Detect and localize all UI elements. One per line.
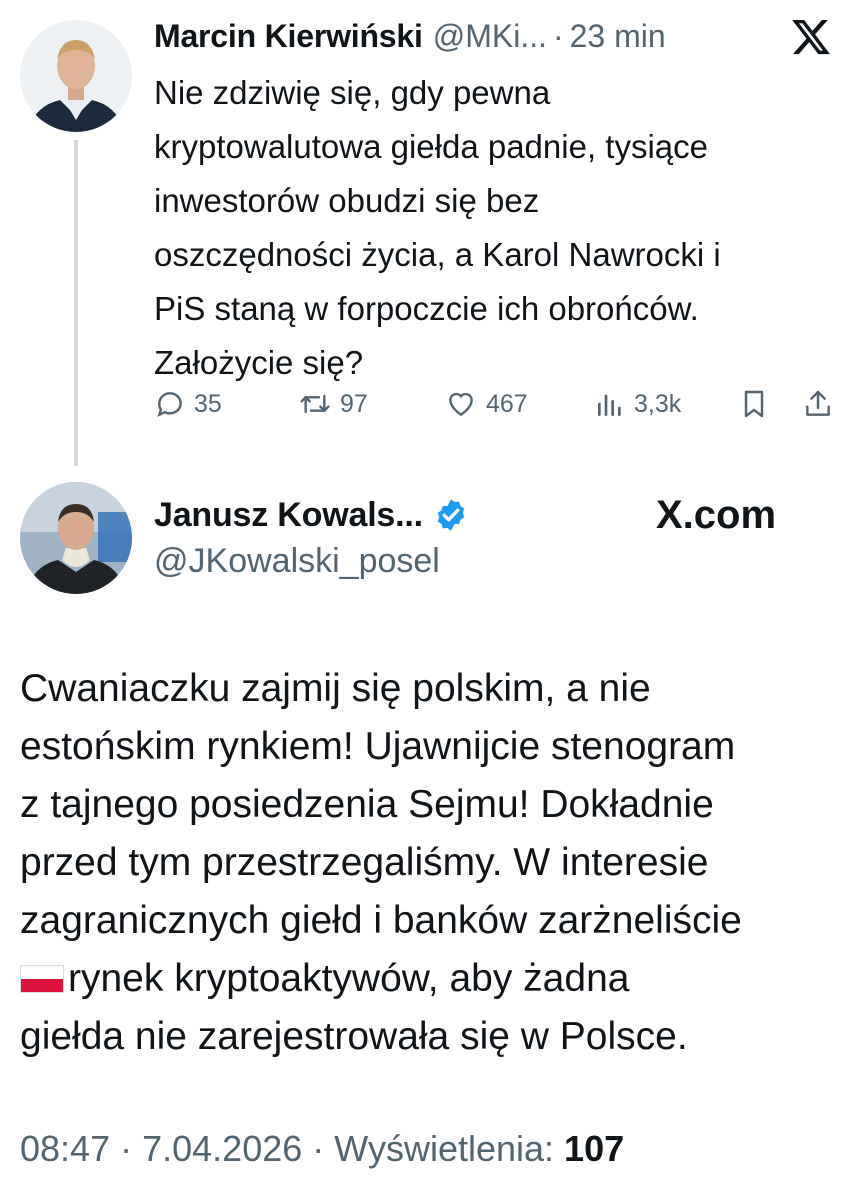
reply-button[interactable]: 35 [154, 380, 222, 428]
views-button[interactable]: 3,3k [594, 380, 681, 428]
tweet-time[interactable]: 08:47 [20, 1128, 110, 1169]
author-handle[interactable]: @JKowalski_posel [154, 542, 440, 581]
tweet2-text: Cwaniaczku zajmij się polskim, a nie est… [20, 660, 840, 1066]
tweet-text-line: giełda nie zarejestrowała się w Polsce. [20, 1015, 688, 1058]
author-name[interactable]: Marcin Kierwiński [154, 18, 423, 55]
bookmark-icon [738, 388, 770, 420]
avatar-janusz-kowalski[interactable] [20, 482, 132, 594]
like-count: 467 [486, 389, 528, 418]
tweet-text-line: oszczędności życia, a Karol Nawrocki i [154, 236, 721, 273]
views-label: Wyświetlenia: [334, 1128, 555, 1169]
tweet-text-line: PiS staną w forpoczcie ich obrońców. [154, 290, 699, 327]
repost-icon [298, 388, 332, 420]
tweet-text-line: estońskim rynkiem! Ujawnijcie stenogram [20, 725, 736, 768]
source-label: X.com [656, 492, 776, 538]
tweet-text-segment: rynek kryptoaktywów, aby żadna [68, 957, 630, 1000]
author-handle[interactable]: @MKi... [433, 18, 547, 55]
author-name[interactable]: Janusz Kowals... [154, 496, 423, 535]
separator-dot: · [120, 1128, 143, 1169]
views-count: 107 [564, 1128, 625, 1169]
tweet-text-line: Nie zdziwię się, gdy pewna [154, 74, 551, 111]
tweet-text-line: zagranicznych giełd i banków zarżneliści… [20, 899, 742, 942]
repost-count: 97 [340, 389, 368, 418]
thread-line [74, 140, 78, 466]
tweet1-action-bar: 35 97 467 3,3k [154, 380, 844, 428]
tweet2-footer: 08:47 · 7.04.2026 · Wyświetlenia: 107 [20, 1128, 624, 1170]
tweet1-header: Marcin Kierwiński @MKi... · 23 min [154, 14, 666, 58]
separator-dot: · [552, 17, 564, 54]
tweet-text-line: inwestorów obudzi się bez [154, 182, 540, 219]
tweet-time[interactable]: 23 min [570, 18, 666, 55]
share-icon [802, 388, 834, 420]
views-count: 3,3k [634, 389, 682, 418]
reply-count: 35 [194, 389, 222, 418]
separator-dot: · [312, 1128, 335, 1169]
like-icon [444, 388, 478, 420]
like-button[interactable]: 467 [444, 380, 528, 428]
verified-badge-icon [433, 497, 469, 533]
tweet-date[interactable]: 7.04.2026 [142, 1128, 302, 1169]
tweet-text-line: przed tym przestrzegaliśmy. W interesie [20, 841, 709, 884]
tweet-text-line: Cwaniaczku zajmij się polskim, a nie [20, 667, 651, 710]
bookmark-button[interactable] [738, 380, 770, 428]
tweet-text-line: z tajnego posiedzenia Sejmu! Dokładnie [20, 783, 714, 826]
source-label-text: X.com [656, 492, 777, 537]
avatar-marcin-kierwinski[interactable] [20, 20, 132, 132]
tweet-text-line: kryptowalutowa giełda padnie, tysiące [154, 128, 708, 165]
share-button[interactable] [802, 380, 834, 428]
reply-icon [154, 388, 186, 420]
poland-flag-icon [20, 965, 64, 993]
repost-button[interactable]: 97 [298, 380, 368, 428]
tweet-text-line-with-flag: rynek kryptoaktywów, aby żadna [20, 950, 840, 1008]
tweet1-text: Nie zdziwię się, gdy pewna kryptowalutow… [154, 66, 844, 390]
x-logo-icon [790, 16, 832, 58]
views-icon [594, 388, 626, 420]
tweet2-header: Janusz Kowals... [154, 492, 469, 538]
